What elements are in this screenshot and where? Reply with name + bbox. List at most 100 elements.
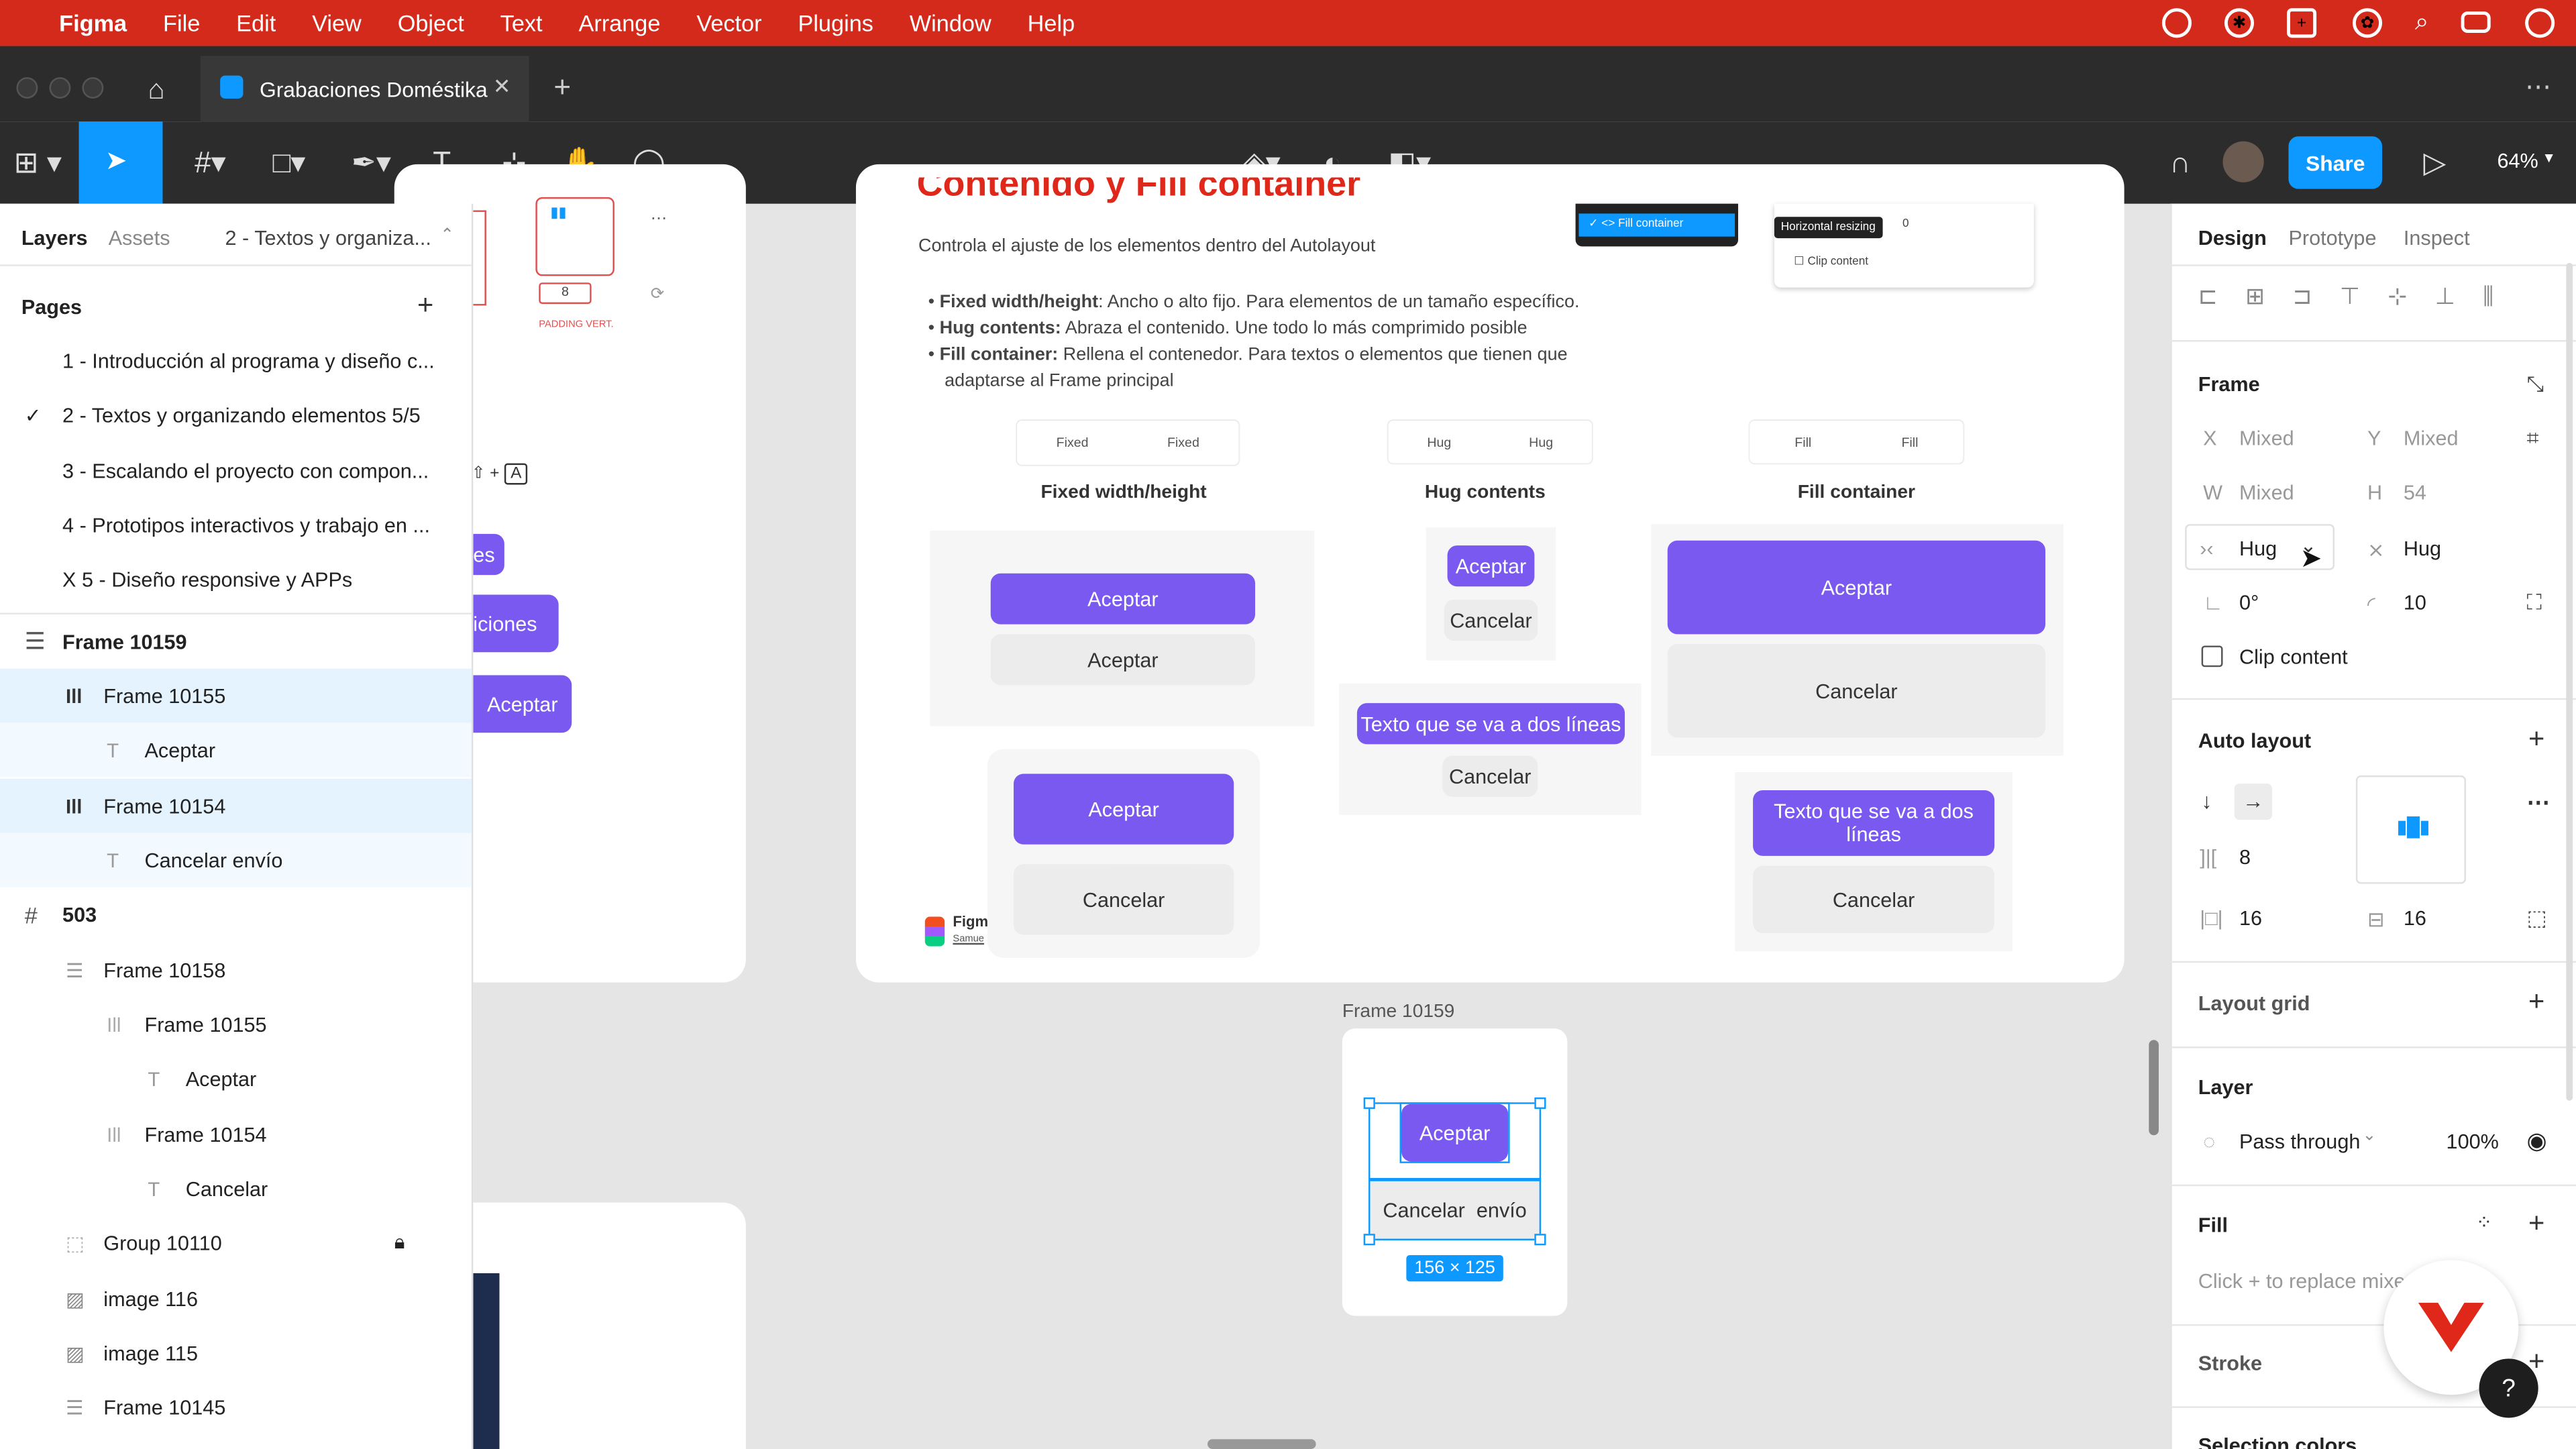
window-maximize[interactable] — [82, 77, 104, 99]
menu-help[interactable]: Help — [1028, 10, 1075, 36]
y-input[interactable]: Mixed — [2404, 427, 2459, 450]
layer-row[interactable]: ☰ Frame 10145 — [0, 1380, 472, 1434]
independent-corners-icon[interactable]: ⛶ — [2527, 590, 2542, 616]
rotation-input[interactable]: 0° — [2239, 592, 2259, 614]
aceptar-button-gray[interactable]: Aceptar — [990, 634, 1256, 686]
headphones-icon[interactable]: ∩ — [2159, 138, 2202, 187]
move-tool[interactable]: ➤ — [78, 121, 163, 204]
vertical-padding-input[interactable]: 16 — [2404, 907, 2426, 930]
alignment-grid[interactable]: ▮█▮ — [2355, 775, 2466, 884]
aceptar-button[interactable]: Aceptar — [1014, 773, 1234, 845]
search-icon[interactable]: ⌕ — [2415, 8, 2429, 36]
layer-row[interactable]: Ill Frame 10154 — [0, 1108, 472, 1162]
share-button[interactable]: Share — [2288, 136, 2383, 189]
menu-view[interactable]: View — [312, 10, 362, 36]
status-app-icon[interactable]: ✿ — [2352, 8, 2383, 38]
layer-row[interactable]: T Aceptar — [0, 722, 472, 777]
spacing-input[interactable]: 8 — [2239, 846, 2251, 869]
menu-app[interactable]: Figma — [59, 10, 127, 36]
direction-horizontal-icon[interactable]: → — [2234, 784, 2272, 820]
main-menu-icon[interactable]: ⊞ ▾ — [10, 138, 66, 187]
menu-text[interactable]: Text — [500, 10, 543, 36]
aceptar-button[interactable]: Aceptar — [1667, 540, 2046, 635]
resize-handle[interactable] — [1363, 1234, 1375, 1246]
chevron-up-icon[interactable]: ⌃ — [440, 227, 454, 245]
resize-handle[interactable] — [1534, 1097, 1546, 1110]
page-item[interactable]: 3 - Escalando el proyecto con compon... — [62, 460, 429, 483]
more-icon[interactable]: ⋯ — [2525, 70, 2551, 103]
menu-vector[interactable]: Vector — [696, 10, 761, 36]
layer-row[interactable]: T Aceptar — [0, 1051, 472, 1106]
zoom-level[interactable]: 64% — [2497, 150, 2538, 172]
layer-row[interactable]: T Cancelar — [0, 1161, 472, 1216]
avatar[interactable] — [2222, 141, 2264, 182]
new-tab-button[interactable]: + — [553, 70, 571, 105]
image-thumbnail[interactable] — [473, 1273, 500, 1449]
layer-row-selected[interactable]: Ill Frame 10155 — [0, 668, 472, 723]
resize-handle[interactable] — [1363, 1097, 1375, 1110]
page-item-current[interactable]: 2 - Textos y organizando elementos 5/5 — [62, 404, 421, 427]
menu-arrange[interactable]: Arrange — [578, 10, 660, 36]
layer-row[interactable]: #503 — [0, 887, 472, 941]
cancelar-button[interactable]: Cancelar — [1753, 865, 1995, 934]
layer-row[interactable]: ⬚ Group 10110 🔒︎ — [0, 1216, 472, 1270]
corner-radius-input[interactable]: 10 — [2404, 592, 2426, 614]
cancelar-button[interactable]: Cancelar — [1444, 599, 1538, 641]
status-plus-icon[interactable]: + — [2287, 8, 2317, 38]
w-input[interactable]: Mixed — [2239, 482, 2294, 504]
tab-inspect[interactable]: Inspect — [2404, 227, 2470, 250]
h-input[interactable]: 54 — [2404, 482, 2426, 504]
two-lines-button[interactable]: Texto que se va a dos líneas — [1753, 790, 1995, 856]
menu-edit[interactable]: Edit — [236, 10, 276, 36]
aceptar-button[interactable]: Aceptar — [1447, 545, 1535, 587]
scrollbar-vertical[interactable] — [2149, 1040, 2159, 1136]
scrollbar-horizontal[interactable] — [1208, 1439, 1316, 1449]
cancelar-button[interactable]: Cancelar — [1667, 644, 2046, 738]
rectangle-tool-icon[interactable]: □▾ — [260, 138, 319, 187]
lock-icon[interactable]: 🔒︎ — [394, 1230, 405, 1255]
frame-section-title[interactable]: Frame — [2198, 373, 2260, 396]
chevron-down-icon[interactable]: ▾ — [2545, 150, 2553, 168]
panel-scrollbar[interactable] — [2566, 262, 2573, 1101]
eye-icon[interactable]: ◉ — [2527, 1127, 2547, 1155]
cancelar-button[interactable]: Cancelar — [1014, 864, 1234, 935]
menu-plugins[interactable]: Plugins — [798, 10, 873, 36]
add-icon[interactable]: + — [2528, 723, 2544, 756]
clip-content-checkbox[interactable] — [2201, 645, 2223, 667]
status-app-icon[interactable]: ✱ — [2224, 8, 2255, 38]
layer-row[interactable]: ☰ Frame 10159 — [0, 614, 472, 669]
layer-row-selected[interactable]: Ill Frame 10154 — [0, 778, 472, 833]
home-icon[interactable]: ⌂ — [148, 74, 164, 107]
horizontal-padding-input[interactable]: 16 — [2239, 907, 2262, 930]
height-resizing-value[interactable]: Hug — [2404, 537, 2441, 560]
window-minimize[interactable] — [49, 77, 71, 99]
layer-row[interactable]: T Cancelar envío — [0, 833, 472, 888]
cancelar-button[interactable]: Cancelar — [1442, 755, 1538, 797]
styles-icon[interactable]: ⁘ — [2476, 1211, 2493, 1234]
tab-assets[interactable]: Assets — [109, 227, 170, 250]
two-lines-button[interactable]: Texto que se va a dos líneas — [1356, 703, 1625, 745]
more-options-icon[interactable]: ⋯ — [2527, 789, 2550, 817]
menu-file[interactable]: File — [163, 10, 200, 36]
add-icon[interactable]: + — [2528, 1208, 2544, 1240]
x-input[interactable]: Mixed — [2239, 427, 2294, 450]
tab-prototype[interactable]: Prototype — [2288, 227, 2376, 250]
chevron-down-icon[interactable]: ⌄ — [2363, 1127, 2377, 1145]
menu-window[interactable]: Window — [910, 10, 991, 36]
file-tab[interactable]: Grabaciones Doméstika ✕ — [200, 56, 529, 122]
blend-mode-dropdown[interactable]: Pass through — [2239, 1130, 2360, 1153]
frame-label[interactable]: Frame 10159 — [1342, 1002, 1455, 1022]
siri-icon[interactable] — [2525, 8, 2555, 38]
present-icon[interactable]: ▷ — [2415, 138, 2455, 187]
layer-row[interactable]: ▨ image 115 — [0, 1326, 472, 1380]
constraints-icon[interactable]: ⌗ — [2527, 425, 2539, 451]
status-app-icon[interactable] — [2161, 8, 2192, 38]
menu-object[interactable]: Object — [398, 10, 464, 36]
close-icon[interactable]: ✕ — [493, 74, 511, 100]
aceptar-button[interactable]: Aceptar — [990, 573, 1256, 625]
page-item[interactable]: X 5 - Diseño responsive y APPs — [62, 568, 352, 591]
tab-design[interactable]: Design — [2198, 227, 2267, 250]
opacity-input[interactable]: 100% — [2447, 1130, 2499, 1153]
selection-box[interactable] — [1368, 1102, 1542, 1240]
add-page-icon[interactable]: + — [417, 289, 433, 322]
